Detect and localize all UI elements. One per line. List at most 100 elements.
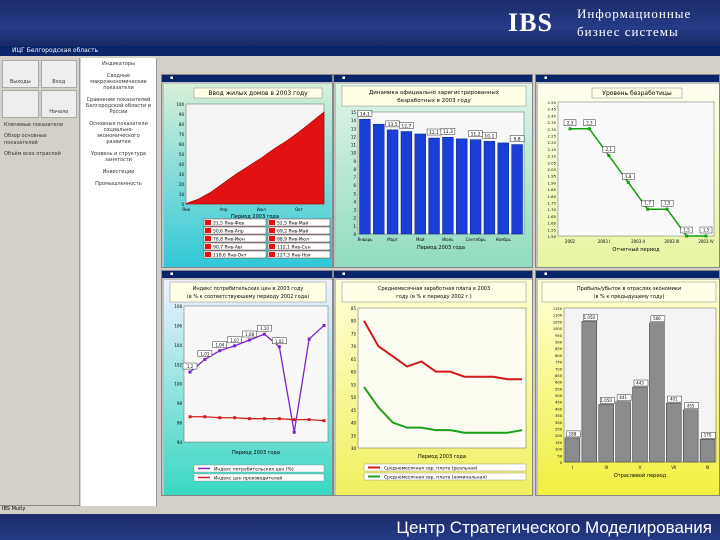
left-item-3[interactable]: Объём всех отраслей xyxy=(0,149,79,160)
status-bar: IBS Mutly xyxy=(0,505,80,514)
bar xyxy=(666,402,682,463)
data-label: 1,04 xyxy=(215,343,224,348)
table-value: 127,3 Янв-Ноя xyxy=(277,253,311,259)
data-label: 2,3 xyxy=(567,120,574,125)
legend-swatch xyxy=(205,236,211,241)
x-tick-label: III xyxy=(604,465,608,470)
chart-title-line: Индекс потребительских цен в 2003 году xyxy=(193,286,304,292)
data-label: 10,1 xyxy=(484,133,494,139)
left-cell-1[interactable]: Выходы xyxy=(2,60,39,88)
chart-title-line: (в % к предыдущему году) xyxy=(594,294,665,300)
x-tick-label: 2003 I xyxy=(598,239,611,244)
y-tick-label: 1.80 xyxy=(548,194,557,199)
legend-swatch xyxy=(205,252,211,257)
legend-swatch xyxy=(205,244,211,249)
y-tick-label: 104 xyxy=(174,343,182,348)
y-tick-label: 50 xyxy=(557,454,562,458)
y-tick-label: 900 xyxy=(555,340,563,344)
panel-header[interactable]: ▪ xyxy=(334,75,532,82)
nav-item[interactable]: Сравнение показателей Белгородской облас… xyxy=(81,94,156,118)
company-logo: IBS xyxy=(508,8,553,37)
y-tick-label: 13 xyxy=(351,126,357,131)
left-cell-4[interactable]: Начало xyxy=(40,90,77,118)
y-tick-label: 450 xyxy=(555,401,563,405)
chart-title: Ввод жилых домов в 2003 году xyxy=(208,90,308,97)
panel-header[interactable]: ▪ xyxy=(334,271,532,278)
bar xyxy=(442,136,454,235)
table-value: 21,5 Янв-Фев xyxy=(213,221,244,227)
line-point xyxy=(188,415,192,419)
table-value: 52,5 Янв-Май xyxy=(277,220,308,227)
data-label: 1,08 xyxy=(245,332,254,337)
y-tick-label: 1100 xyxy=(553,314,563,318)
line-point xyxy=(568,127,572,131)
nav-item[interactable]: Инвестиции xyxy=(81,166,156,178)
x-tick-label: Ноябрь xyxy=(496,237,512,242)
chart-title-line: (в % к соответствующему периоду 2002 год… xyxy=(187,294,309,300)
nav-item[interactable]: Основные показатели социально-экономичес… xyxy=(81,118,156,148)
y-tick-label: 10 xyxy=(351,151,357,156)
left-item-2[interactable]: Обзор основных показателей xyxy=(0,131,79,149)
y-tick-label: 11 xyxy=(351,143,357,148)
y-tick-label: 55 xyxy=(351,382,357,387)
y-tick-label: 2.10 xyxy=(548,154,557,159)
line-point xyxy=(233,416,237,420)
nav-item[interactable]: Уровень и структура занятости xyxy=(81,148,156,166)
x-axis-label: Отчетный период xyxy=(612,246,660,253)
panel-header[interactable]: ▪ xyxy=(536,271,719,278)
y-tick-label: 75 xyxy=(351,331,357,336)
y-tick-label: 1.95 xyxy=(548,174,557,179)
y-tick-label: 98 xyxy=(177,401,183,406)
line-point xyxy=(704,234,708,238)
data-label: 1,03 xyxy=(200,351,209,356)
y-tick-label: 60 xyxy=(351,370,357,375)
x-tick-label: IX xyxy=(706,465,710,470)
line-point xyxy=(307,337,311,341)
x-tick-label: 2002 xyxy=(565,239,576,244)
nav-item[interactable]: Промышленность xyxy=(81,178,156,190)
line-point xyxy=(292,418,296,422)
data-label: 170 xyxy=(704,433,712,438)
y-tick-label: 96 xyxy=(177,421,183,426)
data-label: 2,1 xyxy=(606,147,613,152)
y-tick-label: 14 xyxy=(351,118,357,123)
data-label: 188 xyxy=(569,431,577,436)
left-cell-3[interactable] xyxy=(2,90,39,118)
bar xyxy=(414,133,426,235)
y-tick-label: 1.60 xyxy=(548,221,557,226)
left-cell-2[interactable]: Вход xyxy=(40,60,77,88)
table-value: 90,7 Янв-Авг xyxy=(213,245,244,251)
panel-header[interactable]: ▪ xyxy=(162,271,332,278)
line-point xyxy=(685,234,689,238)
legend-swatch xyxy=(269,228,275,233)
nav-item[interactable]: Индикаторы xyxy=(81,58,156,70)
legend-swatch xyxy=(205,220,211,225)
table-value: 69,2 Янв-Май xyxy=(277,228,308,235)
panel-header[interactable]: ▪ xyxy=(162,75,332,82)
bar xyxy=(632,386,648,463)
line-point xyxy=(665,207,669,211)
y-tick-label: 2.15 xyxy=(548,147,557,152)
x-tick-label: Март xyxy=(387,237,398,242)
window-titlebar: ИЦГ Белгородская область xyxy=(0,46,720,56)
legend-swatch xyxy=(269,236,275,241)
y-tick-label: 1.55 xyxy=(548,227,557,232)
legend-label: Среднемесячная зар. плата (реальная) xyxy=(384,466,478,472)
x-tick-label: I xyxy=(572,465,573,470)
data-label: 443 xyxy=(636,381,644,386)
y-tick-label: 150 xyxy=(555,441,563,445)
y-tick-label: 850 xyxy=(555,347,563,351)
data-label: 12,1 xyxy=(429,130,439,136)
data-label: 1,7 xyxy=(645,201,652,206)
panel-header[interactable]: ▪ xyxy=(536,75,719,82)
y-tick-label: 100 xyxy=(176,102,184,107)
y-tick-label: 2.30 xyxy=(548,127,557,132)
nav-item[interactable]: Сводные макроэкономические показатели xyxy=(81,70,156,94)
y-tick-label: 2.20 xyxy=(548,140,557,145)
chart-title-line: Прибыль/убыток в отраслях экономики xyxy=(577,286,681,292)
left-item-1[interactable]: Ключевые показатели xyxy=(0,120,79,131)
bar xyxy=(400,131,413,235)
profit-chart: Прибыль/убыток в отраслях экономики (в % … xyxy=(538,280,719,495)
y-tick-label: 800 xyxy=(555,354,563,358)
y-tick-label: 2.35 xyxy=(548,120,557,125)
